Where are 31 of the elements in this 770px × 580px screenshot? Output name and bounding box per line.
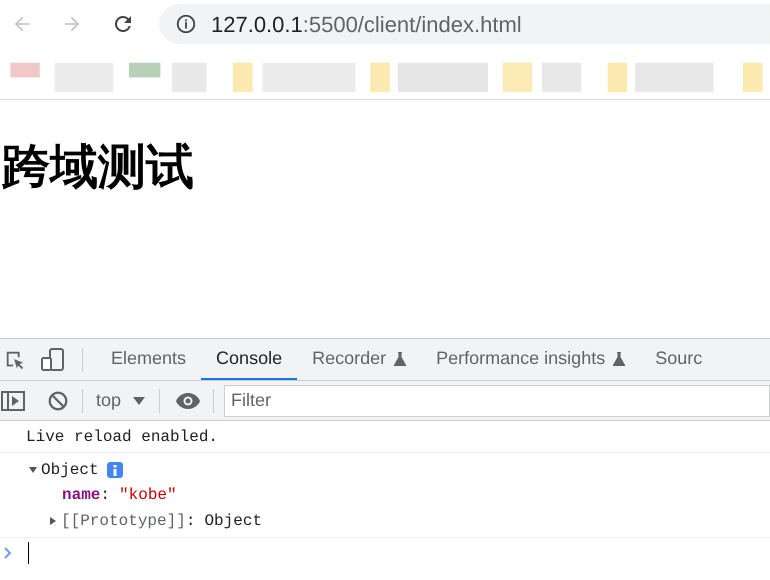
devtools-tab[interactable]: Performance insights [421, 339, 640, 380]
page-heading: 跨域测试 [2, 144, 195, 192]
property-key: name [62, 483, 100, 507]
context-selector[interactable]: top [96, 387, 146, 414]
expanded-triangle-icon[interactable] [28, 465, 38, 475]
url-path: :5500/client/index.html [302, 10, 522, 38]
info-icon[interactable] [175, 13, 197, 35]
devtools-tab[interactable]: Sourc [640, 339, 718, 380]
prototype-value: Object [204, 511, 262, 532]
url-host: 127.0.0.1 [211, 10, 303, 38]
prompt-chevron-icon [4, 547, 12, 559]
info-badge-icon[interactable] [106, 462, 123, 478]
address-bar[interactable]: 127.0.0.1:5500/client/index.html [159, 4, 770, 44]
devtools-tab[interactable]: Recorder [297, 339, 422, 380]
dropdown-triangle-icon [133, 396, 146, 406]
clear-console-icon[interactable] [47, 390, 69, 412]
console-input-caret[interactable] [28, 542, 29, 564]
console-message: Live reload enabled. [26, 426, 218, 448]
property-colon: : [100, 485, 110, 506]
filter-field[interactable]: Filter [224, 384, 770, 416]
devtools-tab[interactable]: Elements [96, 339, 202, 380]
flask-icon [394, 352, 406, 366]
property-value: "kobe" [119, 485, 177, 506]
collapsed-triangle-icon[interactable] [48, 516, 58, 526]
object-label[interactable]: Object [41, 458, 99, 482]
prototype-key[interactable]: [[Prototype]] [61, 509, 186, 533]
flask-icon [613, 352, 626, 366]
eye-icon[interactable] [175, 392, 202, 410]
sidebar-toggle-icon[interactable] [1, 390, 25, 412]
prototype-colon: : [186, 511, 196, 532]
device-toggle-icon[interactable] [40, 346, 66, 372]
